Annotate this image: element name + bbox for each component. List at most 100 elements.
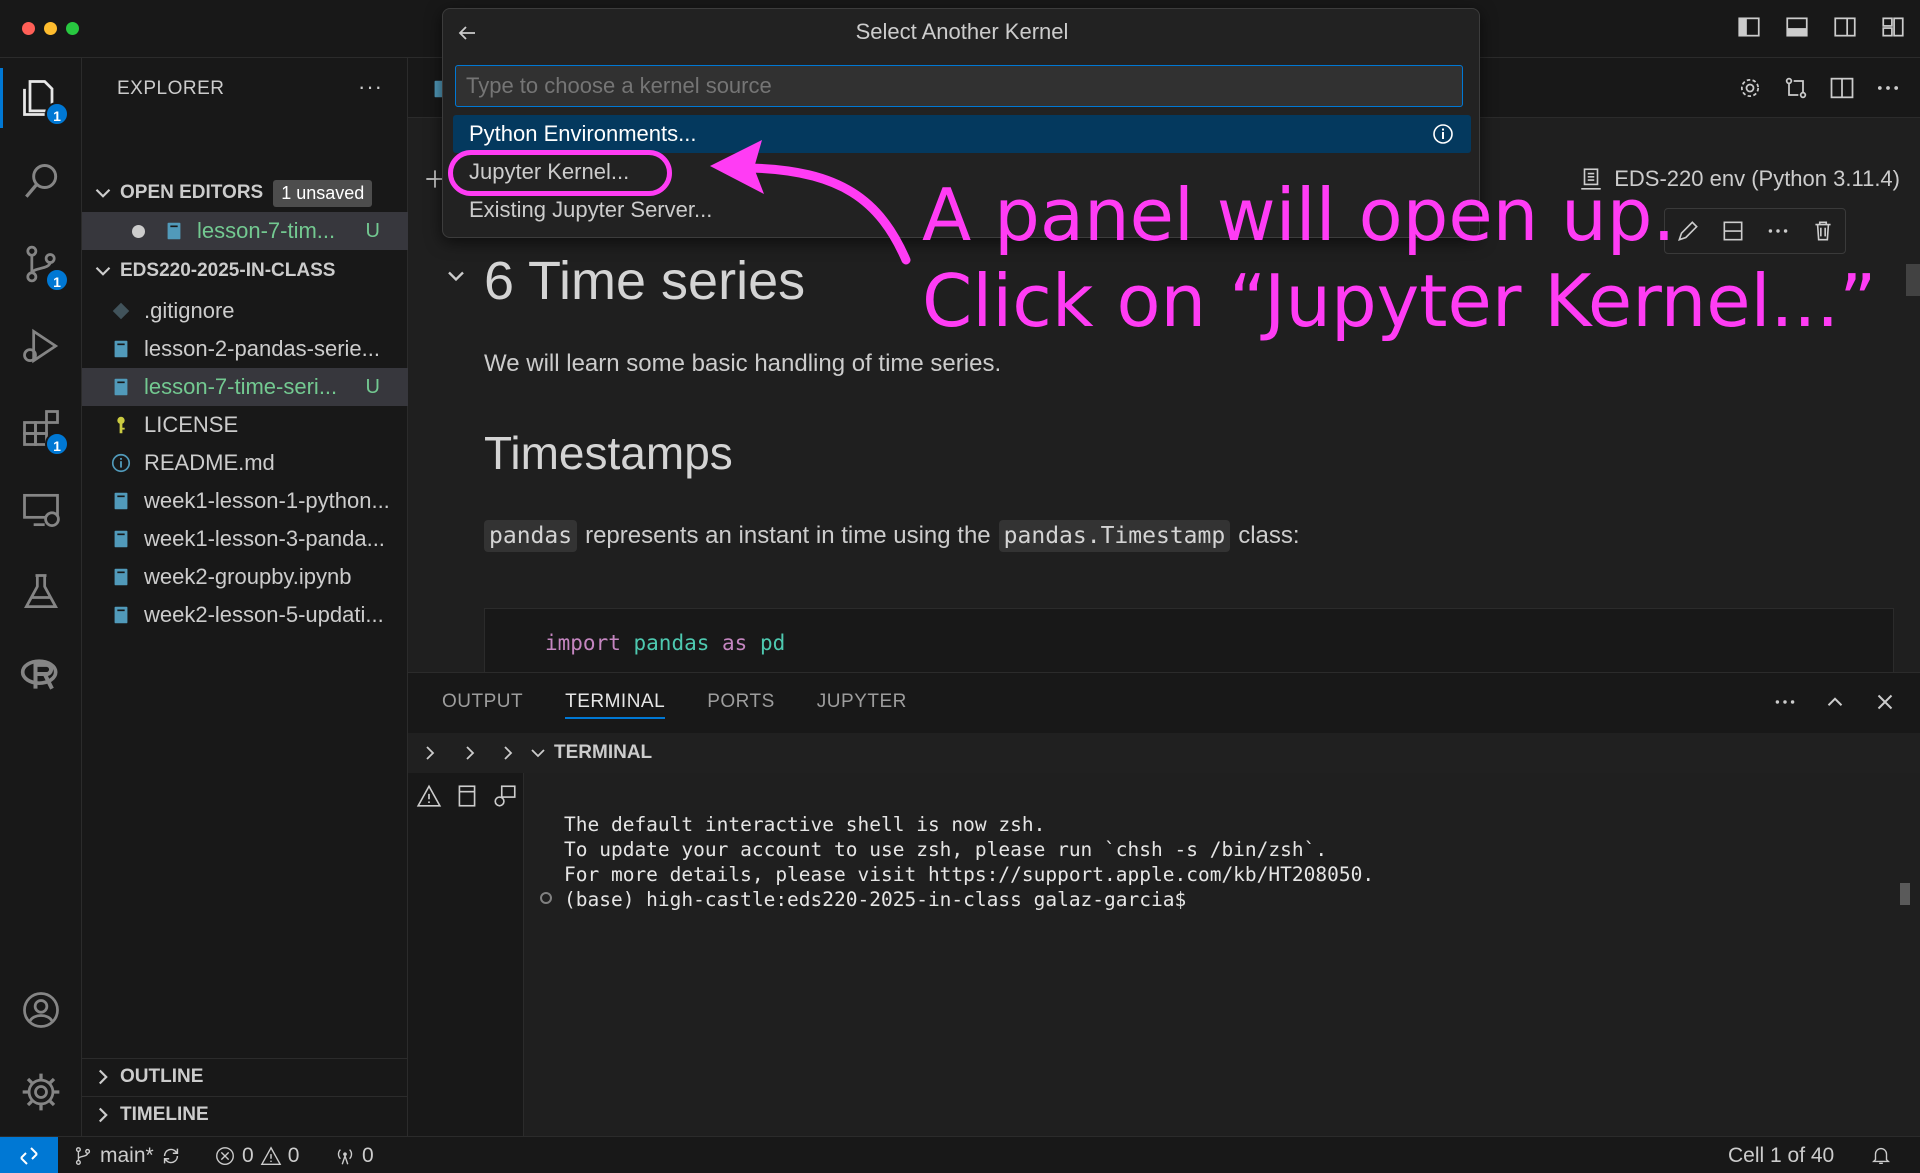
notebook-output-icon[interactable] — [454, 783, 480, 809]
close-panel-icon[interactable] — [1872, 689, 1898, 715]
explorer-more-actions-button[interactable]: ··· — [358, 74, 383, 100]
intro-paragraph: We will learn some basic handling of tim… — [484, 350, 1002, 377]
remote-explorer-icon — [23, 493, 60, 527]
manage-activity[interactable] — [19, 1070, 63, 1114]
more-actions-icon[interactable] — [1874, 74, 1902, 102]
file-item-readme[interactable]: README.md — [82, 444, 408, 482]
terminal-header: TERMINAL — [408, 733, 1920, 773]
annotation-text: A panel will open up. Click on “Jupyter … — [922, 172, 1876, 344]
branch-indicator[interactable]: main* — [72, 1144, 182, 1168]
warning-count: 0 — [287, 1144, 300, 1167]
code-line: import pandas as pd — [545, 631, 785, 655]
extensions-activity[interactable]: 1 — [19, 406, 69, 456]
file-name: .gitignore — [144, 298, 235, 323]
file-name: week2-groupby.ipynb — [144, 564, 352, 589]
close-window-button[interactable] — [22, 22, 35, 35]
chevron-right-icon — [98, 1069, 108, 1084]
maximize-panel-icon[interactable] — [1822, 689, 1848, 715]
run-debug-icon — [23, 328, 59, 364]
file-name: LICENSE — [144, 412, 239, 437]
remote-icon — [20, 1147, 38, 1165]
tab-jupyter[interactable]: JUPYTER — [817, 691, 907, 719]
file-item-week2-groupby[interactable]: week2-groupby.ipynb — [82, 558, 408, 596]
terminal-section-label: TERMINAL — [554, 742, 653, 763]
customize-layout-icon[interactable] — [1880, 14, 1906, 40]
file-item-license[interactable]: LICENSE — [82, 406, 408, 444]
terminal-prompt: (base) high-castle:eds220-2025-in-class … — [564, 888, 1187, 911]
sync-icon[interactable] — [160, 1145, 182, 1167]
minimize-window-button[interactable] — [44, 22, 57, 35]
code-keyword-as: as — [722, 631, 748, 655]
testing-activity[interactable] — [19, 570, 63, 614]
file-item-week1-lesson-3[interactable]: week1-lesson-3-panda... — [82, 520, 408, 558]
ports-indicator[interactable]: 0 — [334, 1144, 374, 1168]
paragraph-text-end: class: — [1238, 522, 1300, 549]
file-name: week2-lesson-5-updati... — [144, 602, 384, 627]
info-icon[interactable] — [1431, 122, 1455, 146]
tab-terminal[interactable]: TERMINAL — [565, 691, 666, 719]
file-item-gitignore[interactable]: .gitignore — [82, 292, 408, 330]
chevron-right-icon[interactable] — [496, 741, 520, 765]
editor-scrollbar-thumb[interactable] — [1906, 264, 1920, 296]
file-item-week1-lesson-1[interactable]: week1-lesson-1-python... — [82, 482, 408, 520]
problems-indicator[interactable]: 0 0 — [214, 1144, 299, 1168]
account-icon — [23, 992, 59, 1028]
zoom-window-button[interactable] — [66, 22, 79, 35]
notifications-indicator[interactable] — [1870, 1144, 1892, 1166]
toggle-panel-icon[interactable] — [1784, 14, 1810, 40]
remote-indicator[interactable] — [0, 1137, 58, 1173]
panel-more-icon[interactable] — [1772, 689, 1798, 715]
timeline-header[interactable]: TIMELINE — [82, 1096, 408, 1132]
split-editor-icon[interactable] — [1828, 74, 1856, 102]
error-count: 0 — [242, 1144, 254, 1167]
explorer-activity[interactable]: 1 — [0, 68, 69, 128]
file-name: README.md — [144, 450, 275, 475]
unsaved-dot-icon[interactable] — [132, 224, 145, 238]
tab-output[interactable]: OUTPUT — [442, 691, 523, 719]
chevron-down-icon[interactable] — [526, 741, 550, 765]
command-status-dot[interactable] — [540, 892, 552, 904]
cell-indicator[interactable]: Cell 1 of 40 — [1728, 1144, 1834, 1168]
file-item-week2-lesson-5[interactable]: week2-lesson-5-updati... — [82, 596, 408, 634]
folder-header[interactable]: EDS220-2025-IN-CLASS — [82, 253, 408, 289]
search-activity[interactable] — [19, 160, 63, 204]
settings-icon[interactable] — [1736, 74, 1764, 102]
open-editor-item[interactable]: lesson-7-tim... U — [82, 212, 408, 250]
toggle-primary-sidebar-icon[interactable] — [1736, 14, 1762, 40]
chevron-right-icon[interactable] — [458, 741, 482, 765]
quick-pick-title: Select Another Kernel — [855, 19, 1069, 44]
outline-header[interactable]: OUTLINE — [82, 1058, 408, 1094]
git-branch-icon — [75, 1147, 91, 1165]
open-editors-header[interactable]: OPEN EDITORS 1 unsaved — [82, 175, 408, 211]
activity-bar: 1 1 1 — [0, 58, 82, 1136]
gear-icon — [22, 1073, 60, 1111]
python-environments-option[interactable]: Python Environments... — [453, 115, 1471, 153]
file-name: lesson-2-pandas-serie... — [144, 336, 381, 361]
terminal-scrollbar-thumb[interactable] — [1900, 883, 1910, 905]
info-icon — [111, 453, 131, 473]
code-alias: pd — [759, 631, 786, 655]
toggle-secondary-sidebar-icon[interactable] — [1832, 14, 1858, 40]
kernel-source-input[interactable] — [455, 65, 1463, 107]
collapse-heading-icon[interactable] — [442, 262, 470, 290]
chevron-right-icon[interactable] — [418, 741, 442, 765]
debug-console-icon[interactable] — [492, 783, 518, 809]
file-item-lesson-7[interactable]: lesson-7-time-seri... U — [82, 368, 408, 406]
tab-ports[interactable]: PORTS — [707, 691, 775, 719]
file-name: week1-lesson-3-panda... — [144, 526, 385, 551]
file-item-lesson-2[interactable]: lesson-2-pandas-serie... — [82, 330, 408, 368]
status-bar: main* 0 0 0 Cell 1 of 40 — [0, 1136, 1920, 1173]
notebook-file-icon — [167, 222, 181, 240]
run-debug-activity[interactable] — [19, 324, 63, 368]
r-activity[interactable] — [19, 652, 63, 696]
source-control-activity[interactable]: 1 — [19, 242, 69, 292]
remote-explorer-activity[interactable] — [19, 488, 63, 532]
highlight-ring — [448, 150, 672, 196]
compare-changes-icon[interactable] — [1782, 74, 1810, 102]
r-logo-icon — [20, 659, 58, 690]
terminal-output[interactable]: The default interactive shell is now zsh… — [524, 773, 1920, 1137]
accounts-activity[interactable] — [19, 988, 63, 1032]
code-cell[interactable]: import pandas as pd — [484, 608, 1894, 678]
warning-icon[interactable] — [416, 783, 442, 809]
annotation-line-1: A panel will open up. — [922, 173, 1676, 257]
